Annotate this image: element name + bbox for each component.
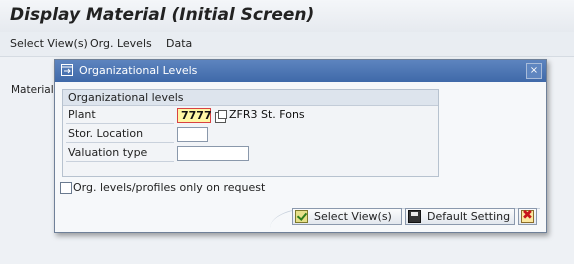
menu-bar: Select View(s) Org. Levels Data [0,32,574,57]
cancel-button[interactable]: ✖ [518,208,537,225]
row-divider [66,142,174,143]
valuation-type-input[interactable] [177,146,249,161]
org-levels-dialog: Organizational Levels × Organizational l… [54,59,547,233]
menu-org-levels[interactable]: Org. Levels [90,37,152,50]
plant-input[interactable]: 7777 [177,108,212,123]
valuation-type-label: Valuation type [68,146,148,159]
material-label: Material [11,84,54,96]
group-header: Organizational levels [63,90,438,106]
dialog-footer: Select View(s) Default Setting ✖ [55,198,546,232]
org-levels-group: Organizational levels Plant 7777 ZFR3 St… [62,89,439,177]
menu-data[interactable]: Data [166,37,192,50]
title-bar: Display Material (Initial Screen) [0,0,574,32]
row-divider [66,123,174,124]
plant-label: Plant [68,108,96,121]
menu-select-views[interactable]: Select View(s) [10,37,88,50]
checkmark-icon [295,210,308,223]
group-title: Organizational levels [68,91,184,104]
dialog-window-icon [61,64,73,76]
org-levels-on-request-checkbox[interactable] [60,182,72,194]
select-views-button-label: Select View(s) [314,210,392,223]
plant-description: ZFR3 St. Fons [229,108,305,121]
stor-location-input[interactable] [177,127,208,142]
default-setting-button-label: Default Setting [427,210,511,223]
stor-location-label: Stor. Location [68,127,144,140]
dialog-header: Organizational Levels × [55,60,546,82]
select-views-button[interactable]: Select View(s) [292,208,402,225]
close-icon[interactable]: × [526,63,542,79]
floppy-disk-icon [408,210,421,223]
row-divider [66,161,174,162]
org-levels-on-request-label: Org. levels/profiles only on request [73,181,266,194]
dialog-title: Organizational Levels [79,64,198,77]
default-setting-button[interactable]: Default Setting [405,208,515,225]
screen-title: Display Material (Initial Screen) [10,5,315,25]
value-help-icon[interactable] [215,110,227,123]
cancel-x-icon: ✖ [521,208,534,223]
